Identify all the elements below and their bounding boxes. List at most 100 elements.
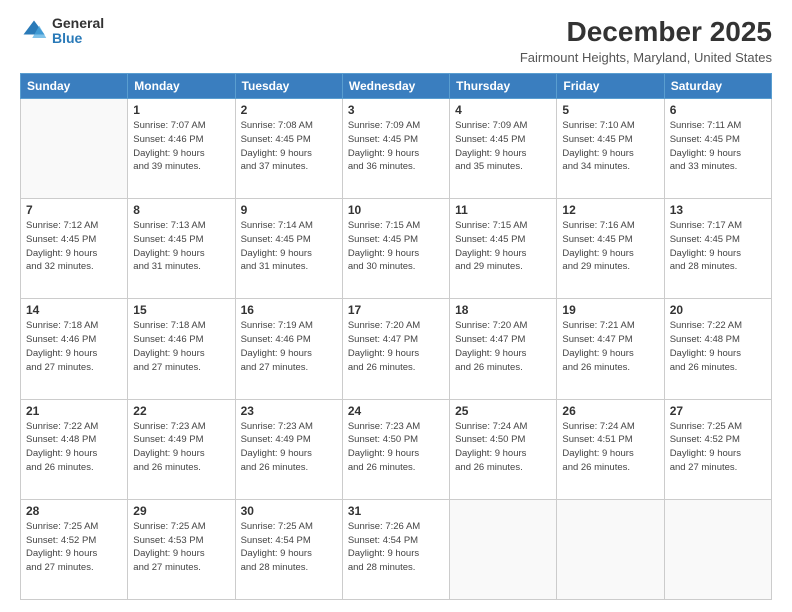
table-row: 14 Sunrise: 7:18 AMSunset: 4:46 PMDayligh…: [21, 299, 128, 399]
table-row: 11 Sunrise: 7:15 AMSunset: 4:45 PMDayligh…: [450, 199, 557, 299]
table-row: 21Sunrise: 7:22 AMSunset: 4:48 PMDayligh…: [21, 399, 128, 499]
table-row: 24Sunrise: 7:23 AMSunset: 4:50 PMDayligh…: [342, 399, 449, 499]
day-info: Sunrise: 7:24 AMSunset: 4:51 PMDaylight:…: [562, 420, 658, 475]
table-row: [450, 499, 557, 599]
day-info: Sunrise: 7:26 AMSunset: 4:54 PMDaylight:…: [348, 520, 444, 575]
table-row: [21, 99, 128, 199]
day-number: 1: [133, 103, 229, 117]
day-info: Sunrise: 7:15 AMSunset: 4:45 PMDaylight:…: [455, 219, 551, 274]
table-row: 9Sunrise: 7:14 AMSunset: 4:45 PMDaylight…: [235, 199, 342, 299]
day-number: 5: [562, 103, 658, 117]
day-info: Sunrise: 7:17 AMSunset: 4:45 PMDaylight:…: [670, 219, 766, 274]
day-info: Sunrise: 7:22 AMSunset: 4:48 PMDaylight:…: [670, 319, 766, 374]
day-number: 2: [241, 103, 337, 117]
table-row: 29 Sunrise: 7:25 AMSunset: 4:53 PMDayligh…: [128, 499, 235, 599]
table-row: 26Sunrise: 7:24 AMSunset: 4:51 PMDayligh…: [557, 399, 664, 499]
table-row: 23 Sunrise: 7:23 AMSunset: 4:49 PMDayligh…: [235, 399, 342, 499]
table-row: 19Sunrise: 7:21 AMSunset: 4:47 PMDayligh…: [557, 299, 664, 399]
calendar-table: Sunday Monday Tuesday Wednesday Thursday…: [20, 73, 772, 600]
day-info: Sunrise: 7:16 AMSunset: 4:45 PMDaylight:…: [562, 219, 658, 274]
day-info: Sunrise: 7:18 AMSunset: 4:46 PMDaylight:…: [133, 319, 229, 374]
logo: General Blue: [20, 16, 104, 47]
title-area: December 2025 Fairmount Heights, Marylan…: [520, 16, 772, 65]
table-row: 1 Sunrise: 7:07 AMSunset: 4:46 PMDaylight…: [128, 99, 235, 199]
day-number: 29: [133, 504, 229, 518]
table-row: 10 Sunrise: 7:15 AMSunset: 4:45 PMDayligh…: [342, 199, 449, 299]
day-number: 11: [455, 203, 551, 217]
table-row: [664, 499, 771, 599]
logo-blue-text: Blue: [52, 31, 104, 46]
day-info: Sunrise: 7:09 AMSunset: 4:45 PMDaylight:…: [348, 119, 444, 174]
header: General Blue December 2025 Fairmount Hei…: [20, 16, 772, 65]
day-info: Sunrise: 7:10 AMSunset: 4:45 PMDaylight:…: [562, 119, 658, 174]
day-number: 16: [241, 303, 337, 317]
col-tuesday: Tuesday: [235, 74, 342, 99]
day-number: 17: [348, 303, 444, 317]
table-row: 2 Sunrise: 7:08 AMSunset: 4:45 PMDaylight…: [235, 99, 342, 199]
table-row: 6 Sunrise: 7:11 AMSunset: 4:45 PMDaylight…: [664, 99, 771, 199]
day-number: 30: [241, 504, 337, 518]
day-number: 3: [348, 103, 444, 117]
calendar-week-row: 21Sunrise: 7:22 AMSunset: 4:48 PMDayligh…: [21, 399, 772, 499]
table-row: 22Sunrise: 7:23 AMSunset: 4:49 PMDayligh…: [128, 399, 235, 499]
day-info: Sunrise: 7:20 AMSunset: 4:47 PMDaylight:…: [455, 319, 551, 374]
day-info: Sunrise: 7:19 AMSunset: 4:46 PMDaylight:…: [241, 319, 337, 374]
day-info: Sunrise: 7:23 AMSunset: 4:49 PMDaylight:…: [241, 420, 337, 475]
day-number: 31: [348, 504, 444, 518]
day-info: Sunrise: 7:25 AMSunset: 4:52 PMDaylight:…: [670, 420, 766, 475]
day-info: Sunrise: 7:18 AMSunset: 4:46 PMDaylight:…: [26, 319, 122, 374]
calendar-week-row: 14 Sunrise: 7:18 AMSunset: 4:46 PMDayligh…: [21, 299, 772, 399]
day-info: Sunrise: 7:25 AMSunset: 4:53 PMDaylight:…: [133, 520, 229, 575]
day-number: 10: [348, 203, 444, 217]
day-number: 24: [348, 404, 444, 418]
day-number: 6: [670, 103, 766, 117]
table-row: 27 Sunrise: 7:25 AMSunset: 4:52 PMDayligh…: [664, 399, 771, 499]
main-title: December 2025: [520, 16, 772, 48]
calendar-week-row: 1 Sunrise: 7:07 AMSunset: 4:46 PMDaylight…: [21, 99, 772, 199]
table-row: 25 Sunrise: 7:24 AMSunset: 4:50 PMDayligh…: [450, 399, 557, 499]
col-friday: Friday: [557, 74, 664, 99]
day-info: Sunrise: 7:25 AMSunset: 4:52 PMDaylight:…: [26, 520, 122, 575]
day-info: Sunrise: 7:20 AMSunset: 4:47 PMDaylight:…: [348, 319, 444, 374]
day-info: Sunrise: 7:12 AMSunset: 4:45 PMDaylight:…: [26, 219, 122, 274]
day-info: Sunrise: 7:09 AMSunset: 4:45 PMDaylight:…: [455, 119, 551, 174]
day-info: Sunrise: 7:11 AMSunset: 4:45 PMDaylight:…: [670, 119, 766, 174]
day-number: 4: [455, 103, 551, 117]
table-row: 18 Sunrise: 7:20 AMSunset: 4:47 PMDayligh…: [450, 299, 557, 399]
table-row: [557, 499, 664, 599]
table-row: 12 Sunrise: 7:16 AMSunset: 4:45 PMDayligh…: [557, 199, 664, 299]
day-number: 8: [133, 203, 229, 217]
day-number: 12: [562, 203, 658, 217]
day-info: Sunrise: 7:07 AMSunset: 4:46 PMDaylight:…: [133, 119, 229, 174]
table-row: 15Sunrise: 7:18 AMSunset: 4:46 PMDayligh…: [128, 299, 235, 399]
day-number: 14: [26, 303, 122, 317]
subtitle: Fairmount Heights, Maryland, United Stat…: [520, 50, 772, 65]
day-number: 18: [455, 303, 551, 317]
calendar-week-row: 7 Sunrise: 7:12 AMSunset: 4:45 PMDaylight…: [21, 199, 772, 299]
day-number: 7: [26, 203, 122, 217]
day-number: 20: [670, 303, 766, 317]
day-info: Sunrise: 7:14 AMSunset: 4:45 PMDaylight:…: [241, 219, 337, 274]
table-row: 13Sunrise: 7:17 AMSunset: 4:45 PMDayligh…: [664, 199, 771, 299]
logo-text: General Blue: [52, 16, 104, 47]
col-sunday: Sunday: [21, 74, 128, 99]
day-number: 27: [670, 404, 766, 418]
day-info: Sunrise: 7:21 AMSunset: 4:47 PMDaylight:…: [562, 319, 658, 374]
calendar-header-row: Sunday Monday Tuesday Wednesday Thursday…: [21, 74, 772, 99]
day-info: Sunrise: 7:24 AMSunset: 4:50 PMDaylight:…: [455, 420, 551, 475]
day-info: Sunrise: 7:22 AMSunset: 4:48 PMDaylight:…: [26, 420, 122, 475]
day-number: 28: [26, 504, 122, 518]
day-info: Sunrise: 7:08 AMSunset: 4:45 PMDaylight:…: [241, 119, 337, 174]
table-row: 3 Sunrise: 7:09 AMSunset: 4:45 PMDaylight…: [342, 99, 449, 199]
day-number: 23: [241, 404, 337, 418]
day-info: Sunrise: 7:15 AMSunset: 4:45 PMDaylight:…: [348, 219, 444, 274]
table-row: 30Sunrise: 7:25 AMSunset: 4:54 PMDayligh…: [235, 499, 342, 599]
table-row: 5 Sunrise: 7:10 AMSunset: 4:45 PMDaylight…: [557, 99, 664, 199]
day-number: 25: [455, 404, 551, 418]
day-number: 22: [133, 404, 229, 418]
day-info: Sunrise: 7:13 AMSunset: 4:45 PMDaylight:…: [133, 219, 229, 274]
col-saturday: Saturday: [664, 74, 771, 99]
table-row: 28 Sunrise: 7:25 AMSunset: 4:52 PMDayligh…: [21, 499, 128, 599]
table-row: 4 Sunrise: 7:09 AMSunset: 4:45 PMDaylight…: [450, 99, 557, 199]
table-row: 7 Sunrise: 7:12 AMSunset: 4:45 PMDaylight…: [21, 199, 128, 299]
